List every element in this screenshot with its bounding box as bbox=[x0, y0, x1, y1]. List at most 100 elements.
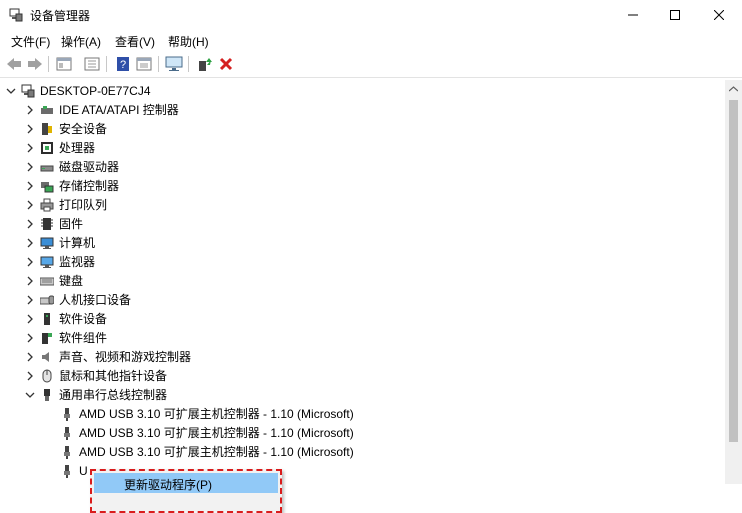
back-arrow-icon[interactable] bbox=[4, 54, 24, 74]
tree-item-label: 存储控制器 bbox=[59, 179, 120, 193]
tree-root[interactable]: DESKTOP-0E77CJ4 bbox=[6, 81, 151, 100]
tree-item-label: 鼠标和其他指针设备 bbox=[59, 369, 168, 383]
properties-window-icon[interactable] bbox=[54, 54, 74, 74]
computer-root-icon bbox=[21, 84, 35, 98]
tree-item-security[interactable]: 安全设备 bbox=[25, 119, 107, 138]
chevron-right-icon[interactable] bbox=[25, 200, 35, 210]
menu-file[interactable]: 文件(F) bbox=[9, 33, 52, 50]
chevron-right-icon[interactable] bbox=[25, 162, 35, 172]
tree-item-label: AMD USB 3.10 可扩展主机控制器 - 1.10 (Microsoft) bbox=[79, 445, 354, 459]
toolbar-separator bbox=[106, 56, 107, 72]
software-component-icon bbox=[40, 331, 54, 345]
tree-item-software-device[interactable]: 软件设备 bbox=[25, 309, 107, 328]
toolbar-separator bbox=[48, 56, 49, 72]
hid-icon bbox=[39, 293, 55, 307]
chevron-right-icon[interactable] bbox=[25, 181, 35, 191]
uninstall-x-icon[interactable] bbox=[216, 54, 236, 74]
tree-item-computer[interactable]: 计算机 bbox=[25, 233, 95, 252]
usb-plug-icon bbox=[60, 426, 74, 440]
usb-plug-icon bbox=[60, 464, 74, 478]
context-menu: 更新驱动程序(P) bbox=[90, 469, 282, 513]
tree-item-monitor[interactable]: 监视器 bbox=[25, 252, 95, 271]
tree-item-label: 软件设备 bbox=[59, 312, 108, 326]
close-button[interactable] bbox=[696, 0, 742, 30]
tree-item-processor[interactable]: 处理器 bbox=[25, 138, 95, 157]
chevron-right-icon[interactable] bbox=[25, 143, 35, 153]
menu-bar: 文件(F) 操作(A) 查看(V) 帮助(H) bbox=[0, 30, 742, 52]
tree-item-disk[interactable]: 磁盘驱动器 bbox=[25, 157, 119, 176]
toolbar-separator bbox=[188, 56, 189, 72]
tree-item-label: 安全设备 bbox=[59, 122, 108, 136]
update-driver-icon[interactable] bbox=[195, 54, 215, 74]
context-menu-item-label: 更新驱动程序(P) bbox=[124, 478, 212, 492]
tree-item-label: 键盘 bbox=[59, 274, 84, 288]
monitor-scan-icon[interactable] bbox=[164, 54, 184, 74]
tree-item-software-component[interactable]: 软件组件 bbox=[25, 328, 107, 347]
forward-arrow-icon[interactable] bbox=[25, 54, 45, 74]
menu-help[interactable]: 帮助(H) bbox=[166, 33, 211, 50]
scroll-up-arrow-icon[interactable] bbox=[725, 80, 742, 97]
svg-text:?: ? bbox=[120, 59, 126, 71]
tree-item-label: 打印队列 bbox=[59, 198, 108, 212]
chevron-down-icon[interactable] bbox=[6, 86, 16, 96]
chevron-right-icon[interactable] bbox=[25, 276, 35, 286]
tree-item-storage[interactable]: 存储控制器 bbox=[25, 176, 119, 195]
menu-action[interactable]: 操作(A) bbox=[59, 33, 103, 50]
firmware-icon bbox=[40, 217, 54, 231]
chevron-right-icon[interactable] bbox=[25, 314, 35, 324]
tree-item-label: 固件 bbox=[59, 217, 84, 231]
tree-item-hid[interactable]: 人机接口设备 bbox=[25, 290, 131, 309]
chevron-right-icon[interactable] bbox=[25, 124, 35, 134]
chevron-right-icon[interactable] bbox=[25, 257, 35, 267]
mouse-icon bbox=[40, 369, 54, 383]
tree-item-sound[interactable]: 声音、视频和游戏控制器 bbox=[25, 347, 191, 366]
help-icon[interactable]: ? bbox=[113, 54, 133, 74]
tree-item-usb[interactable]: 通用串行总线控制器 bbox=[25, 385, 167, 404]
tree-item-label: AMD USB 3.10 可扩展主机控制器 - 1.10 (Microsoft) bbox=[79, 407, 354, 421]
usb-controller-item[interactable]: AMD USB 3.10 可扩展主机控制器 - 1.10 (Microsoft) bbox=[55, 442, 354, 461]
usb-plug-icon bbox=[60, 407, 74, 421]
resource-view-icon[interactable] bbox=[134, 54, 154, 74]
tree-item-label: 软件组件 bbox=[59, 331, 108, 345]
menu-view[interactable]: 查看(V) bbox=[113, 33, 157, 50]
minimize-button[interactable] bbox=[610, 0, 656, 30]
chevron-right-icon[interactable] bbox=[25, 352, 35, 362]
toolbar: ? bbox=[0, 52, 742, 78]
tree-item-label: 计算机 bbox=[59, 236, 96, 250]
usb-controller-item[interactable]: U bbox=[55, 461, 88, 480]
chevron-right-icon[interactable] bbox=[25, 219, 35, 229]
usb-controller-item[interactable]: AMD USB 3.10 可扩展主机控制器 - 1.10 (Microsoft) bbox=[55, 404, 354, 423]
usb-icon bbox=[40, 388, 54, 402]
chevron-right-icon[interactable] bbox=[25, 295, 35, 305]
tree-item-firmware[interactable]: 固件 bbox=[25, 214, 83, 233]
printer-icon bbox=[40, 198, 54, 212]
chevron-down-icon[interactable] bbox=[25, 390, 35, 400]
tree-item-mouse[interactable]: 鼠标和其他指针设备 bbox=[25, 366, 167, 385]
tree-item-ide[interactable]: IDE ATA/ATAPI 控制器 bbox=[25, 100, 179, 119]
usb-controller-item[interactable]: AMD USB 3.10 可扩展主机控制器 - 1.10 (Microsoft) bbox=[55, 423, 354, 442]
tree-item-keyboard[interactable]: 键盘 bbox=[25, 271, 83, 290]
context-menu-update-driver[interactable]: 更新驱动程序(P) bbox=[94, 473, 278, 493]
tree-item-label: AMD USB 3.10 可扩展主机控制器 - 1.10 (Microsoft) bbox=[79, 426, 354, 440]
ide-controller-icon bbox=[40, 103, 54, 117]
tree-item-printer[interactable]: 打印队列 bbox=[25, 195, 107, 214]
disk-drive-icon bbox=[40, 160, 54, 174]
chevron-right-icon[interactable] bbox=[25, 371, 35, 381]
computer-icon bbox=[40, 236, 54, 250]
tree-root-label: DESKTOP-0E77CJ4 bbox=[40, 83, 151, 98]
chevron-right-icon[interactable] bbox=[25, 333, 35, 343]
security-device-icon bbox=[40, 122, 54, 136]
vertical-scrollbar[interactable] bbox=[725, 80, 742, 484]
scrollbar-thumb[interactable] bbox=[729, 100, 738, 442]
toolbar-separator bbox=[158, 56, 159, 72]
list-view-icon[interactable] bbox=[82, 54, 102, 74]
chevron-right-icon[interactable] bbox=[25, 105, 35, 115]
usb-plug-icon bbox=[60, 445, 74, 459]
monitor-icon bbox=[40, 255, 54, 269]
maximize-button[interactable] bbox=[652, 0, 698, 30]
device-manager-app-icon bbox=[9, 8, 23, 22]
chevron-right-icon[interactable] bbox=[25, 238, 35, 248]
software-device-icon bbox=[40, 312, 54, 326]
device-tree: DESKTOP-0E77CJ4 IDE ATA/ATAPI 控制器 安全设备 处… bbox=[0, 80, 724, 484]
window-title: 设备管理器 bbox=[30, 9, 91, 23]
